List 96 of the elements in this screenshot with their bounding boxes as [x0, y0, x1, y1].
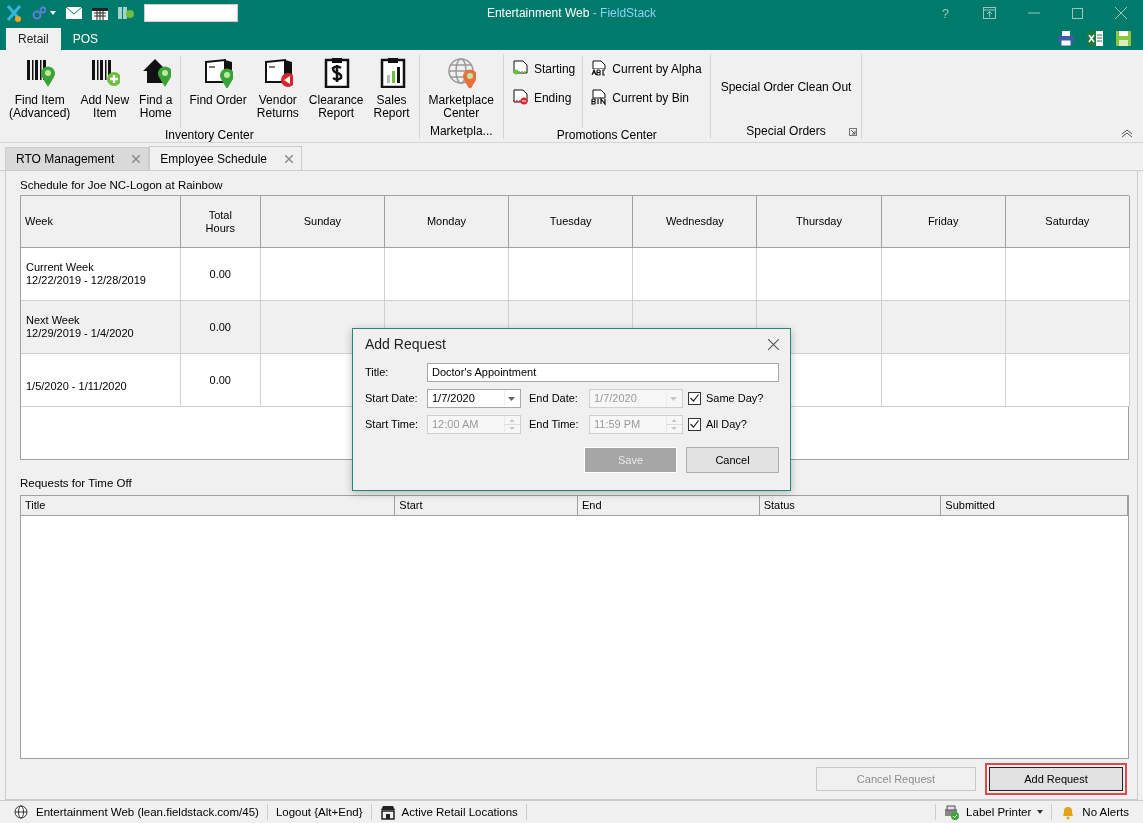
document-tab[interactable]: RTO Management	[5, 147, 150, 170]
status-text: Entertainment Web (lean.fieldstack.com/45)	[36, 806, 259, 818]
group-label: Marketpla...	[429, 124, 493, 138]
date-dropdown[interactable]: 1/7/2020	[427, 388, 521, 408]
column-header: Friday	[881, 196, 1006, 248]
search-field[interactable]	[144, 4, 238, 22]
column-header: Thursday	[756, 196, 882, 248]
column-header: Title	[21, 496, 396, 515]
column-header: Submitted	[941, 496, 1128, 515]
field-label: Start Time:	[365, 418, 420, 430]
time-spinner: 11:59 PM	[589, 414, 683, 434]
table-cell-text: Next Week 12/29/2019 - 1/4/2020	[26, 314, 135, 340]
checkbox[interactable]	[688, 391, 701, 405]
column-header: Status	[759, 496, 942, 515]
time-spinner: 12:00 AM	[427, 414, 521, 434]
settings-dropdown[interactable]	[32, 6, 56, 20]
ribbon-button[interactable]: Vendor Returns	[251, 54, 304, 128]
no-entry-page-icon[interactable]	[511, 89, 529, 106]
collapse-ribbon-icon[interactable]	[1121, 129, 1133, 138]
restore-window-icon[interactable]	[983, 7, 996, 19]
ribbon-button[interactable]: Sales Report	[368, 54, 415, 128]
table-cell-text: 1/5/2020 - 1/11/2020	[26, 379, 128, 393]
printer-dropdown[interactable]: Label Printer	[935, 804, 1052, 820]
table-cell-text: Current Week 12/22/2019 - 12/28/2019	[26, 261, 147, 287]
section-caption: Requests for Time Off	[20, 477, 133, 491]
group-label: Special Orders	[746, 124, 826, 138]
caret-icon[interactable]	[50, 11, 56, 15]
spin-arrows-icon	[666, 415, 682, 433]
maximize-icon[interactable]	[1072, 7, 1083, 19]
column-header: Tuesday	[508, 196, 633, 248]
globe-pin-icon[interactable]	[446, 56, 477, 88]
mail-icon[interactable]	[66, 7, 82, 19]
field-label: Title:	[365, 366, 390, 378]
box-arrow-icon[interactable]	[262, 56, 293, 88]
column-header: Wednesday	[632, 196, 757, 248]
ribbon-tab[interactable]: POS	[60, 28, 111, 50]
storefront-icon	[379, 804, 396, 820]
dialog-title: Add Request	[365, 336, 446, 352]
field-label: End Time:	[529, 418, 580, 430]
group-label: Promotions Center	[556, 128, 657, 142]
abc-page-icon[interactable]	[590, 60, 608, 77]
calendar-icon[interactable]	[92, 6, 108, 20]
table-cell: 0.00	[209, 268, 231, 280]
column-header: Monday	[384, 196, 509, 248]
column-header: Saturday	[1005, 196, 1130, 248]
ribbon-button[interactable]: Current by Bin	[590, 89, 702, 106]
status-text: Active Retail Locations	[401, 806, 518, 818]
ribbon-button[interactable]: Ending	[511, 89, 576, 106]
field-label: End Date:	[529, 392, 579, 404]
field-label: Start Date:	[365, 392, 419, 404]
action-button[interactable]: Add Request	[985, 763, 1127, 795]
ribbon-tab[interactable]: Retail	[6, 28, 61, 50]
caret-icon[interactable]	[1037, 810, 1044, 814]
close-icon[interactable]	[285, 154, 293, 163]
printer-check-icon	[944, 804, 961, 820]
close-icon[interactable]	[1115, 7, 1127, 19]
logo-icon	[6, 4, 22, 22]
printer-icon[interactable]	[1058, 30, 1074, 46]
alerts-button[interactable]: No Alerts	[1051, 804, 1137, 820]
ribbon-button[interactable]: Clearance Report	[303, 54, 369, 128]
checkbox[interactable]	[688, 417, 701, 431]
column-header: Sunday	[260, 196, 385, 248]
checkbox-label: Same Day?	[706, 392, 764, 404]
spreadsheet-icon[interactable]	[1087, 30, 1103, 46]
column-header: Total Hours	[180, 196, 261, 248]
date-dropdown: 1/7/2020	[589, 388, 683, 408]
ribbon-button[interactable]: Special Order Clean Out	[714, 54, 858, 123]
check-icon	[690, 420, 699, 428]
column-header: End	[578, 496, 760, 515]
ribbon-button[interactable]: Find Item (Advanced)	[4, 54, 76, 128]
dialog-launcher-icon[interactable]	[849, 128, 858, 136]
ribbon-button[interactable]: Find Order	[184, 54, 252, 128]
window-title: Entertainment Web - FieldStack	[486, 6, 657, 20]
ribbon-button[interactable]: Marketplace Center	[423, 54, 499, 123]
table-cell: 0.00	[209, 374, 231, 386]
document-tab[interactable]: Employee Schedule	[149, 146, 302, 170]
ribbon-button[interactable]: Add New Item	[75, 54, 135, 128]
bin-page-icon[interactable]	[590, 89, 608, 106]
column-header: Week	[21, 196, 181, 248]
title-field[interactable]: Doctor's Appointment	[427, 362, 779, 382]
section-caption: Schedule for Joe NC-Logon at Rainbow	[20, 179, 224, 193]
save-icon[interactable]	[1116, 30, 1131, 46]
globe-icon	[14, 804, 30, 820]
box-pin-icon[interactable]	[203, 56, 234, 88]
ribbon-button[interactable]: Starting	[511, 60, 576, 77]
spin-arrows-icon	[504, 415, 520, 433]
group-label: Inventory Center	[164, 128, 254, 142]
check-icon	[690, 394, 699, 402]
column-header: Start	[395, 496, 578, 515]
status-text: Logout {Alt+End}	[275, 806, 363, 818]
ribbon-button[interactable]: Find a Home	[134, 54, 178, 128]
ribbon-button[interactable]: Current by Alpha	[590, 60, 702, 77]
dialog-button[interactable]: Cancel	[686, 447, 779, 473]
table-cell: 0.00	[209, 321, 231, 333]
checkbox-label: All Day?	[706, 418, 747, 430]
close-icon[interactable]	[768, 338, 779, 350]
